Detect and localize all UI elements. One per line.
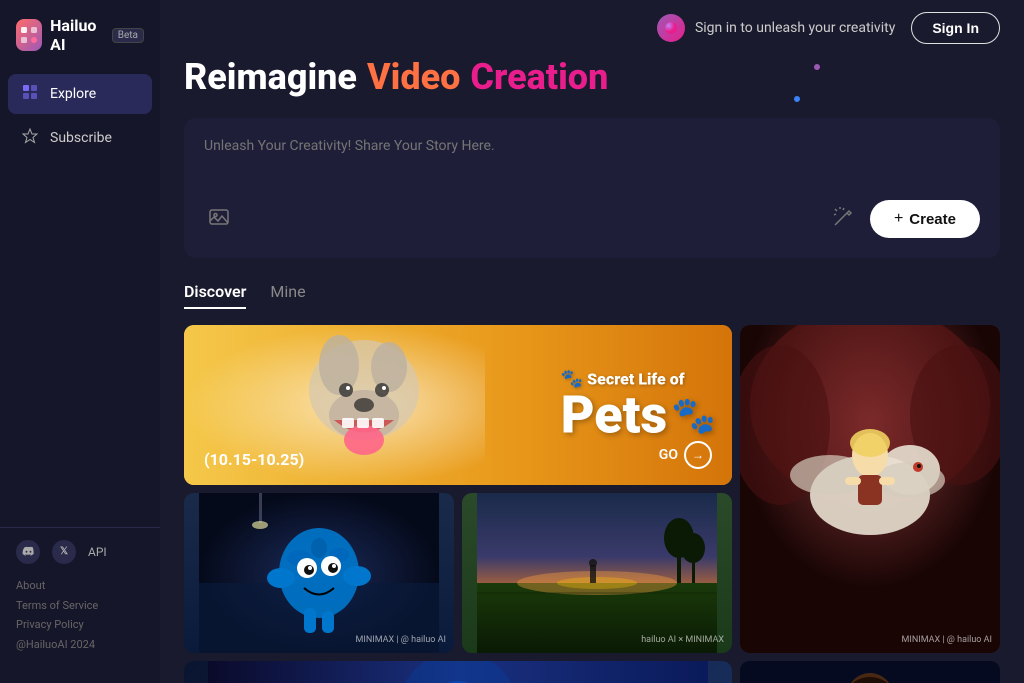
banner-dot-paw: 🐾	[671, 398, 716, 434]
hero-title-reimagine: Reimagine	[184, 56, 357, 98]
promo-text: Sign in to unleash your creativity	[695, 20, 895, 36]
image-upload-button[interactable]	[204, 202, 234, 237]
subscribe-icon	[20, 128, 40, 148]
gallery-item-dragon-boy[interactable]: MINIMAX | @ hailuo AI	[740, 325, 1000, 653]
create-button-label: Create	[909, 211, 956, 228]
portrait-art	[740, 661, 1000, 683]
field-watermark: hailuo AI × MINIMAX	[641, 635, 724, 645]
promo-icon	[657, 14, 685, 42]
sidebar-item-explore[interactable]: Explore	[8, 74, 152, 114]
logo-area: Hailuo AI Beta	[0, 16, 160, 74]
create-actions: + Create	[204, 200, 980, 238]
app-name: Hailuo AI	[50, 16, 104, 54]
sidebar: Hailuo AI Beta Explore Subscribe	[0, 0, 160, 683]
discord-icon[interactable]	[16, 540, 40, 564]
sign-in-button[interactable]: Sign In	[911, 12, 1000, 44]
go-label: GO	[659, 447, 678, 463]
decorative-dot-2	[814, 64, 820, 70]
footer-terms[interactable]: Terms of Service	[16, 596, 144, 616]
decorative-dot-3	[794, 96, 800, 102]
magic-wand-button[interactable]	[828, 202, 858, 237]
create-left-icons	[204, 202, 234, 237]
social-icons: 𝕏 API	[16, 540, 144, 564]
api-label: API	[88, 545, 107, 559]
gallery-grid: 🐾 Secret Life of Pets 🐾 (10.15-10.25) GO…	[184, 325, 1000, 653]
header-promo: Sign in to unleash your creativity	[657, 14, 895, 42]
watermark-text: hailuo AI × MINIMAX	[641, 635, 724, 645]
dragon-boy-art	[740, 325, 1000, 653]
banner-go[interactable]: GO →	[659, 441, 712, 469]
footer-privacy[interactable]: Privacy Policy	[16, 615, 144, 635]
gallery-item-abstract[interactable]	[184, 661, 732, 683]
sidebar-item-subscribe[interactable]: Subscribe	[8, 118, 152, 158]
explore-label: Explore	[50, 86, 96, 102]
banner-title-line2: Pets	[561, 390, 667, 442]
gallery-item-portrait[interactable]	[740, 661, 1000, 683]
create-button-prefix: +	[894, 210, 903, 228]
page-body: Reimagine Video Creation	[160, 56, 1024, 683]
hero-title: Reimagine Video Creation	[184, 56, 1000, 98]
beta-badge: Beta	[112, 28, 144, 43]
gallery-item-blue-monster[interactable]: MINIMAX | @ hailuo AI	[184, 493, 454, 653]
tab-discover[interactable]: Discover	[184, 282, 246, 309]
banner-text: 🐾 Secret Life of Pets 🐾	[561, 369, 716, 442]
footer-about[interactable]: About	[16, 576, 144, 596]
hero-title-creation: Creation	[470, 56, 608, 98]
blue-monster-art	[184, 493, 454, 653]
main-content: Sign in to unleash your creativity Sign …	[160, 0, 1024, 683]
subscribe-label: Subscribe	[50, 130, 112, 146]
tabs: Discover Mine	[184, 282, 1000, 309]
gallery-banner[interactable]: 🐾 Secret Life of Pets 🐾 (10.15-10.25) GO…	[184, 325, 732, 485]
logo-icon	[16, 19, 42, 51]
gallery-item-field[interactable]: hailuo AI × MINIMAX	[462, 493, 732, 653]
blue-monster-watermark: MINIMAX | @ hailuo AI	[356, 635, 446, 645]
create-box: + Create	[184, 118, 1000, 258]
watermark-text: MINIMAX | @ hailuo AI	[902, 635, 992, 645]
abstract-art	[184, 661, 732, 683]
hero-title-video: Video	[367, 56, 460, 98]
prompt-input[interactable]	[204, 138, 980, 188]
header: Sign in to unleash your creativity Sign …	[160, 0, 1024, 56]
footer-links: About Terms of Service Privacy Policy @H…	[16, 576, 144, 655]
dragon-boy-watermark: MINIMAX | @ hailuo AI	[902, 635, 992, 645]
api-link[interactable]: API	[88, 540, 107, 564]
twitter-x-icon[interactable]: 𝕏	[52, 540, 76, 564]
watermark-text: MINIMAX | @ hailuo AI	[356, 635, 446, 645]
banner-date: (10.15-10.25)	[204, 450, 304, 469]
field-art	[462, 493, 732, 653]
explore-icon	[20, 84, 40, 104]
sidebar-footer: 𝕏 API About Terms of Service Privacy Pol…	[0, 527, 160, 667]
footer-copyright: @HailuoAI 2024	[16, 635, 144, 655]
create-button[interactable]: + Create	[870, 200, 980, 238]
tab-mine[interactable]: Mine	[270, 282, 305, 309]
sidebar-navigation: Explore Subscribe	[0, 74, 160, 527]
go-arrow-icon: →	[684, 441, 712, 469]
gallery-row-2	[184, 661, 1000, 683]
